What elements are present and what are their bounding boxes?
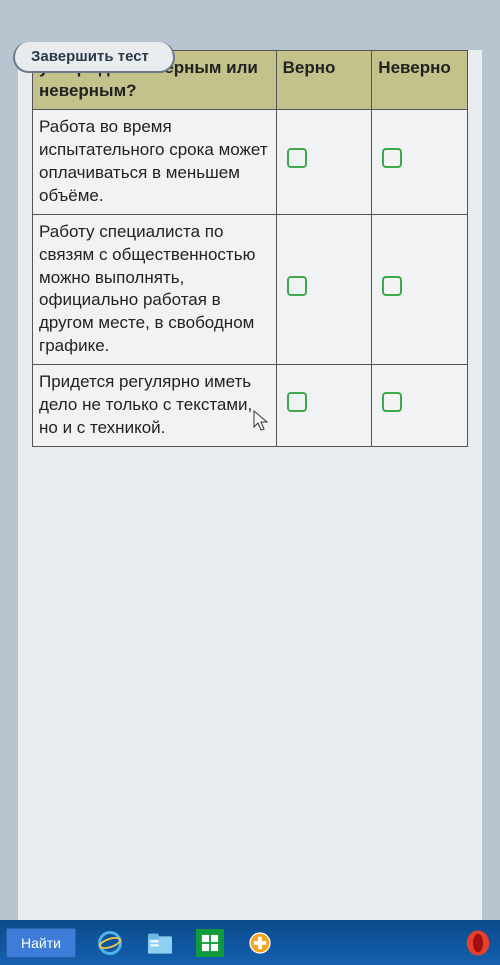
opera-icon[interactable] [462, 927, 494, 959]
checkbox-false[interactable] [382, 276, 402, 296]
table-row: Работу специалиста по связям с обществен… [33, 214, 468, 365]
checkbox-true[interactable] [287, 392, 307, 412]
quiz-table-wrap: утверждение верным или неверным? Верно Н… [32, 50, 468, 447]
taskbar: Найти [0, 920, 500, 965]
table-row: Работа во время испытательного срока мож… [33, 109, 468, 214]
finish-test-button[interactable]: Завершить тест [13, 42, 175, 73]
checkbox-false[interactable] [382, 148, 402, 168]
table-row: Придется регулярно иметь дело не только … [33, 365, 468, 447]
store-icon[interactable] [194, 927, 226, 959]
checkbox-false[interactable] [382, 392, 402, 412]
checkbox-true[interactable] [287, 148, 307, 168]
internet-explorer-icon[interactable] [94, 927, 126, 959]
statement-cell: Работа во время испытательного срока мож… [33, 109, 277, 214]
statement-cell: Работу специалиста по связям с обществен… [33, 214, 277, 365]
statement-cell: Придется регулярно иметь дело не только … [33, 365, 277, 447]
header-false: Неверно [372, 51, 468, 110]
quiz-table: утверждение верным или неверным? Верно Н… [32, 50, 468, 447]
file-explorer-icon[interactable] [144, 927, 176, 959]
taskbar-search-button[interactable]: Найти [6, 928, 76, 958]
header-true: Верно [276, 51, 372, 110]
checkbox-true[interactable] [287, 276, 307, 296]
page-content: Завершить тест утверждение верным или не… [18, 50, 482, 920]
plus-circle-icon[interactable] [244, 927, 276, 959]
